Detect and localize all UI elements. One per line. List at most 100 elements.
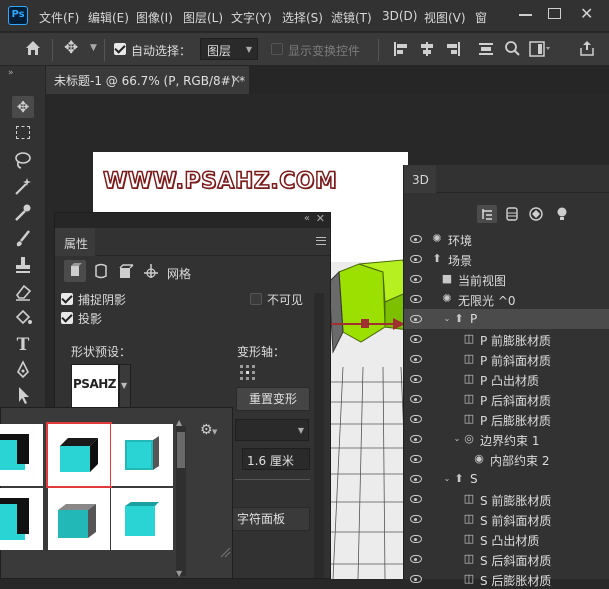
layer-row[interactable]: ◫ S 前斜面材质: [404, 509, 609, 529]
align-center-icon[interactable]: [419, 41, 435, 57]
gear-icon[interactable]: ⚙: [200, 422, 213, 438]
layer-row[interactable]: ◫ P 前膨胀材质: [404, 329, 609, 349]
layer-row[interactable]: ◉ 内部约束 2: [404, 449, 609, 469]
light-filter-icon[interactable]: [554, 206, 570, 222]
eye-icon[interactable]: [410, 555, 422, 563]
eye-icon[interactable]: [410, 515, 422, 523]
marquee-tool-icon[interactable]: [12, 122, 34, 144]
catch-shadows-checkbox[interactable]: [61, 293, 73, 305]
layer-row[interactable]: ✺ 无限光 ^0: [404, 289, 609, 309]
shape-preset-preview[interactable]: PSAHZ: [71, 364, 119, 408]
eye-icon[interactable]: [410, 415, 422, 423]
workspace-icon[interactable]: [529, 41, 551, 57]
eye-icon[interactable]: [410, 315, 422, 323]
layer-row[interactable]: ◫ S 前膨胀材质: [404, 489, 609, 509]
layer-row[interactable]: ◫ P 后膨胀材质: [404, 409, 609, 429]
auto-select-target-dropdown[interactable]: 图层 ▼: [200, 38, 258, 60]
scrollbar[interactable]: [314, 293, 324, 578]
layer-row[interactable]: ◫ S 后斜面材质: [404, 549, 609, 569]
align-left-icon[interactable]: [393, 41, 409, 57]
eye-icon[interactable]: [410, 295, 422, 303]
scene-filter-icon[interactable]: [477, 205, 497, 223]
menu-window[interactable]: 窗: [475, 9, 487, 26]
shape-preset-dropdown[interactable]: ▼: [119, 364, 131, 408]
cap-tab-icon[interactable]: [117, 262, 135, 280]
layer-row[interactable]: ◫ P 后斜面材质: [404, 389, 609, 409]
eye-icon[interactable]: [410, 395, 422, 403]
deform-axis-grid-icon[interactable]: [239, 364, 257, 382]
depth-slider[interactable]: [235, 479, 310, 480]
scroll-down-icon[interactable]: ▼: [176, 569, 182, 578]
minimize-icon[interactable]: [519, 14, 532, 16]
preset-thumb-2-selected[interactable]: [46, 422, 112, 488]
eye-icon[interactable]: [410, 435, 422, 443]
menu-layer[interactable]: 图层(L): [183, 9, 223, 26]
layer-row[interactable]: ✺ 环境: [404, 229, 609, 249]
brush-tool-icon[interactable]: [12, 229, 34, 251]
auto-select-checkbox[interactable]: [114, 43, 126, 55]
eye-icon[interactable]: [410, 575, 422, 583]
3d-panel-tab[interactable]: 3D: [404, 165, 436, 193]
move-tool-icon[interactable]: ✥: [12, 96, 34, 118]
preset-thumb-1[interactable]: [0, 424, 43, 486]
mesh-filter-icon[interactable]: [504, 206, 520, 222]
layer-row[interactable]: ⌄ ⬆ S: [404, 469, 609, 489]
layer-row[interactable]: ◫ P 凸出材质: [404, 369, 609, 389]
close-icon[interactable]: ✕: [580, 4, 593, 23]
resize-handle-icon[interactable]: [219, 546, 231, 558]
type-tool-icon[interactable]: T: [12, 334, 34, 356]
text-dropdown[interactable]: ▼: [235, 419, 309, 441]
eye-icon[interactable]: [410, 455, 422, 463]
menu-filter[interactable]: 滤镜(T): [331, 9, 372, 26]
eye-icon[interactable]: [410, 475, 422, 483]
stamp-tool-icon[interactable]: [12, 255, 34, 277]
picker-scrollbar[interactable]: ▲ ▼: [176, 418, 186, 578]
cast-shadows-checkbox[interactable]: [61, 312, 73, 324]
menu-3d[interactable]: 3D(D): [382, 9, 417, 23]
layer-row[interactable]: ■ 当前视图: [404, 269, 609, 289]
home-icon[interactable]: [24, 39, 42, 57]
properties-tab[interactable]: 属性: [55, 228, 95, 256]
eye-icon[interactable]: [410, 275, 422, 283]
preset-thumb-3[interactable]: [111, 424, 173, 486]
align-right-icon[interactable]: [445, 41, 461, 57]
eye-icon[interactable]: [410, 335, 422, 343]
move-tool-icon[interactable]: ✥: [64, 38, 78, 58]
menu-edit[interactable]: 编辑(E): [88, 9, 129, 26]
collapse-panel-icon[interactable]: »: [8, 68, 14, 78]
menu-select[interactable]: 选择(S): [282, 9, 323, 26]
menu-view[interactable]: 视图(V): [424, 9, 466, 26]
close-panel-icon[interactable]: ✕: [316, 212, 325, 225]
search-icon[interactable]: [504, 40, 520, 56]
panel-menu-icon[interactable]: [316, 237, 326, 245]
scroll-up-icon[interactable]: ▲: [176, 418, 182, 427]
eye-icon[interactable]: [410, 495, 422, 503]
menu-image[interactable]: 图像(I): [136, 9, 173, 26]
distribute-icon[interactable]: [478, 41, 494, 57]
layer-row[interactable]: ◫ S 凸出材质: [404, 529, 609, 549]
menu-type[interactable]: 文字(Y): [231, 9, 272, 26]
document-tab[interactable]: 未标题-1 @ 66.7% (P, RGB/8#) * ×: [46, 66, 249, 94]
maximize-icon[interactable]: [548, 8, 561, 19]
magic-wand-icon[interactable]: [12, 176, 34, 198]
preset-thumb-5[interactable]: [48, 488, 110, 550]
reset-deform-button[interactable]: 重置变形: [236, 387, 310, 411]
eye-icon[interactable]: [410, 355, 422, 363]
preset-thumb-6[interactable]: [111, 488, 173, 550]
eye-icon[interactable]: [410, 535, 422, 543]
paint-bucket-icon[interactable]: [12, 308, 34, 330]
lasso-tool-icon[interactable]: [12, 150, 34, 172]
material-filter-icon[interactable]: [528, 206, 544, 222]
show-transform-checkbox[interactable]: [271, 43, 283, 55]
deform-tab-icon[interactable]: [92, 262, 110, 280]
eraser-tool-icon[interactable]: [12, 282, 34, 304]
share-icon[interactable]: [579, 40, 595, 56]
layer-row[interactable]: ◫ S 后膨胀材质: [404, 569, 609, 589]
character-panel-button[interactable]: 字符面板: [230, 507, 310, 531]
chevron-down-icon[interactable]: ▼: [90, 43, 97, 53]
path-selection-icon[interactable]: [12, 385, 34, 407]
collapse-panel-icon[interactable]: «: [304, 213, 310, 224]
pen-tool-icon[interactable]: [12, 360, 34, 382]
mesh-tab-icon[interactable]: [64, 260, 86, 282]
invisible-checkbox[interactable]: [250, 293, 262, 305]
